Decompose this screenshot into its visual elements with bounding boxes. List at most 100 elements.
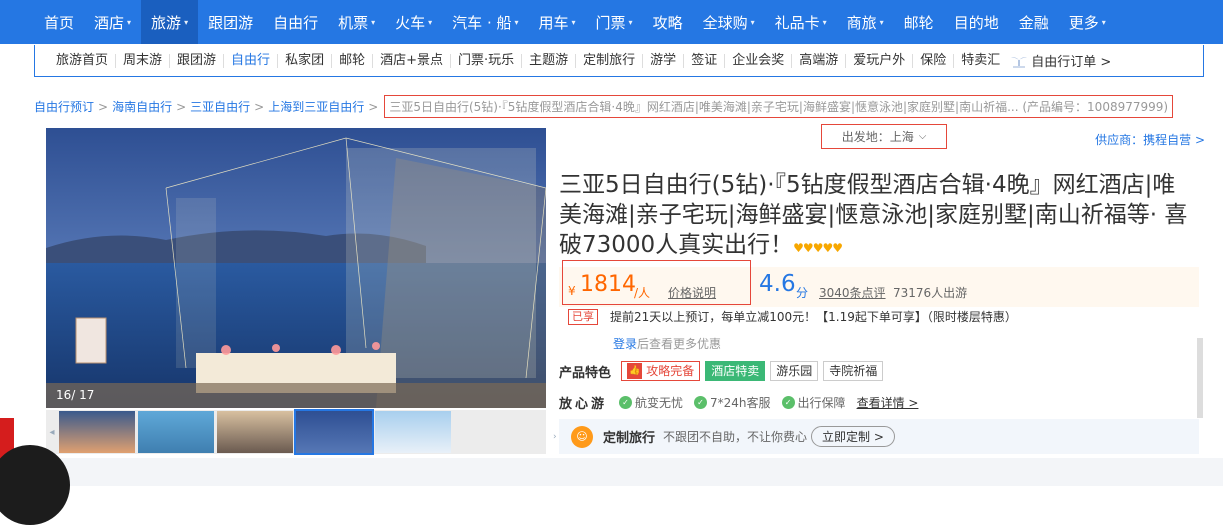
nav-more[interactable]: 更多 ▾ (1059, 0, 1116, 44)
nav-flights[interactable]: 机票 ▾ (328, 0, 385, 44)
login-hint: 后查看更多优惠 (637, 337, 722, 351)
thumbnail[interactable] (375, 411, 451, 453)
image-counter: 16/ 17 (56, 388, 95, 402)
price-unit: /人 (634, 286, 651, 300)
thumbnail[interactable] (138, 411, 214, 453)
free-travel-orders-link[interactable]: 自由行订单 > (1011, 51, 1111, 70)
subnav-item[interactable]: 跟团游 (170, 53, 225, 68)
departure-label: 出发地：上海 (841, 130, 914, 144)
feature-tag[interactable]: 游乐园 (770, 361, 819, 381)
worry-free-item: ✓ 出行保障 (781, 394, 846, 411)
feature-tag[interactable]: 寺院祈福 (823, 361, 884, 381)
subnav-item[interactable]: 周末游 (116, 53, 171, 68)
thumbnail[interactable] (217, 411, 293, 453)
floating-circle-widget[interactable] (0, 445, 70, 525)
thumbnail[interactable] (59, 411, 135, 453)
chevron-right-icon: › (553, 431, 557, 442)
nav-gift-card[interactable]: 礼品卡 ▾ (765, 0, 837, 44)
promo-tag: 已享 (568, 308, 598, 325)
nav-tickets[interactable]: 门票 ▾ (586, 0, 643, 44)
subnav-item[interactable]: 定制旅行 (576, 53, 644, 68)
product-title-text: 三亚5日自由行(5钻)·『5钻度假型酒店合辑·4晚』网红酒店|唯美海滩|亲子宅玩… (559, 172, 1188, 258)
subnav-item[interactable]: 游学 (643, 53, 685, 68)
nav-destination[interactable]: 目的地 (944, 0, 1009, 44)
chevron-down-icon: ▾ (514, 17, 519, 27)
breadcrumb-separator: > (368, 99, 379, 114)
free-travel-orders-label: 自由行订单 > (1031, 55, 1112, 70)
nav-travel[interactable]: 旅游 ▾ (141, 0, 199, 44)
nav-global-shop[interactable]: 全球购 ▾ (693, 0, 765, 44)
nav-free-travel[interactable]: 自由行 (263, 0, 328, 44)
view-details-link[interactable]: 查看详情 > (857, 394, 919, 411)
sub-navigation: 旅游首页 周末游 跟团游 自由行 私家团 邮轮 酒店+景点 门票·玩乐 主题游 … (34, 45, 1204, 77)
subnav-item[interactable]: 特卖汇 (954, 53, 1007, 68)
chevron-down-icon: ▾ (571, 17, 576, 27)
subnav-item[interactable]: 酒店+景点 (373, 53, 451, 68)
scrollbar[interactable] (1197, 338, 1203, 418)
subnav-item[interactable]: 邮轮 (332, 53, 374, 68)
custom-tour-desc: 不跟团不自助，不让你费心 (663, 430, 808, 444)
customize-now-button[interactable]: 立即定制 > (811, 426, 895, 447)
nav-car[interactable]: 用车 ▾ (529, 0, 586, 44)
nav-business[interactable]: 商旅 ▾ (837, 0, 894, 44)
bottom-strip (0, 458, 1223, 486)
subnav-item[interactable]: 门票·玩乐 (451, 53, 523, 68)
worry-free-item: ✓ 7*24h客服 (694, 394, 771, 411)
breadcrumb-current: 三亚5日自由行(5钻)·『5钻度假型酒店合辑·4晚』网红酒店|唯美海滩|亲子宅玩… (384, 95, 1174, 118)
product-title: 三亚5日自由行(5钻)·『5钻度假型酒店合辑·4晚』网红酒店|唯美海滩|亲子宅玩… (559, 170, 1189, 263)
nav-cruise[interactable]: 邮轮 (894, 0, 944, 44)
chevron-down-icon: ▾ (371, 17, 376, 27)
breadcrumb-link[interactable]: 海南自由行 (112, 98, 172, 115)
custom-tour-banner: › ☺ 定制旅行 不跟团不自助，不让你费心 立即定制 > (553, 419, 1199, 454)
currency-symbol: ¥ (568, 284, 576, 298)
subnav-item[interactable]: 保险 (913, 53, 955, 68)
breadcrumb-separator: > (176, 99, 187, 114)
palm-tree-icon (1011, 56, 1028, 68)
custom-tour-name: 定制旅行 (603, 431, 656, 446)
feature-tag[interactable]: 酒店特卖 (705, 361, 766, 381)
subnav-item[interactable]: 企业会奖 (725, 53, 793, 68)
breadcrumb-link[interactable]: 自由行预订 (34, 98, 94, 115)
subnav-item[interactable]: 私家团 (278, 53, 333, 68)
chevron-down-icon: ▾ (184, 17, 189, 27)
chevron-down-icon: ▾ (750, 17, 755, 27)
check-icon: ✓ (781, 396, 795, 409)
nav-finance[interactable]: 金融 (1009, 0, 1059, 44)
feature-tag[interactable]: 👍 攻略完备 (621, 361, 701, 381)
supplier-link[interactable]: 供应商：携程自营 > (1095, 131, 1205, 148)
subnav-item[interactable]: 签证 (684, 53, 726, 68)
nav-group-tour[interactable]: 跟团游 (198, 0, 263, 44)
breadcrumb-link[interactable]: 三亚自由行 (190, 98, 250, 115)
top-navigation: 首页 酒店 ▾ 旅游 ▾ 跟团游 自由行 机票 ▾ 火车 ▾ 汽车 · 船 ▾ 用车 ▾ 门… (0, 0, 1223, 44)
promo-text: 提前21天以上预订，每单立减100元！【1.19起下单可享】（限时楼层特惠） (610, 310, 1017, 324)
subnav-item[interactable]: 爱玩户外 (846, 53, 914, 68)
subnav-item-active[interactable]: 自由行 (224, 53, 279, 68)
nav-train[interactable]: 火车 ▾ (385, 0, 442, 44)
subnav-item[interactable]: 旅游首页 (49, 53, 117, 68)
thumbs-up-icon: 👍 (627, 363, 643, 379)
sunset-beach-dinner-image (46, 128, 546, 408)
login-link[interactable]: 登录 (613, 337, 637, 351)
breadcrumb-separator: > (98, 99, 109, 114)
chevron-down-icon: ▾ (1101, 17, 1106, 27)
nav-hotel[interactable]: 酒店 ▾ (84, 0, 141, 44)
login-row: 登录后查看更多优惠 (613, 335, 721, 352)
worry-free-item: ✓ 航变无忧 (619, 394, 683, 411)
main-product-image[interactable] (46, 128, 546, 408)
promotion-row: 已享 提前21天以上预订，每单立减100元！【1.19起下单可享】（限时楼层特惠… (568, 308, 1017, 325)
thumbnail-strip: ◂ (46, 409, 546, 455)
travelers-count: 73176人出游 (893, 286, 968, 300)
departure-select[interactable]: 出发地：上海 ⌵ (821, 124, 947, 149)
check-icon: ✓ (619, 396, 633, 409)
nav-home[interactable]: 首页 (34, 0, 84, 44)
price-explanation-link[interactable]: 价格说明 (668, 284, 716, 301)
thumbnail-active[interactable] (294, 409, 374, 455)
chevron-left-icon[interactable]: ◂ (46, 410, 58, 454)
nav-bus-ship[interactable]: 汽车 · 船 ▾ (442, 0, 528, 44)
subnav-item[interactable]: 高端游 (792, 53, 847, 68)
breadcrumb-link[interactable]: 上海到三亚自由行 (268, 98, 364, 115)
check-icon: ✓ (694, 396, 708, 409)
reviews-link[interactable]: 3040条点评 (819, 284, 886, 301)
nav-guides[interactable]: 攻略 (643, 0, 693, 44)
subnav-item[interactable]: 主题游 (522, 53, 577, 68)
